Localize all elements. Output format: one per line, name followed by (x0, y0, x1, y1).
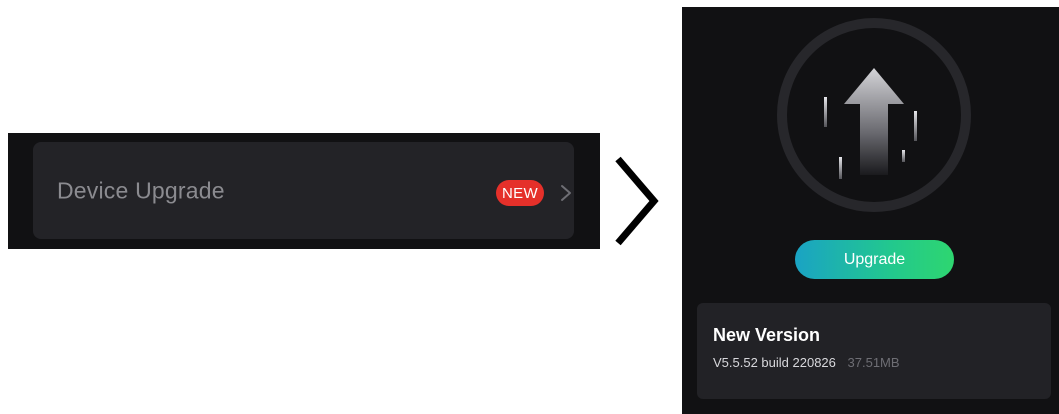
version-title: New Version (713, 325, 821, 345)
new-badge: NEW (496, 180, 544, 206)
device-upgrade-label: Device Upgrade (57, 177, 225, 203)
version-detail: V5.5.52 build 220826 37.51MB (713, 355, 900, 370)
version-size: 37.51MB (847, 355, 900, 370)
upgrade-button[interactable]: Upgrade (795, 240, 954, 279)
version-build: V5.5.52 build 220826 (713, 355, 836, 370)
version-card: New Version V5.5.52 build 220826 37.51MB (697, 303, 1051, 399)
chevron-right-icon (561, 185, 571, 201)
upgrade-arrow-icon (777, 18, 971, 212)
device-upgrade-row[interactable]: Device Upgrade NEW (33, 142, 574, 239)
settings-menu-panel: Device Upgrade NEW (8, 133, 600, 249)
transition-arrow-icon (615, 156, 659, 246)
upgrade-screen: Upgrade New Version V5.5.52 build 220826… (682, 7, 1059, 414)
